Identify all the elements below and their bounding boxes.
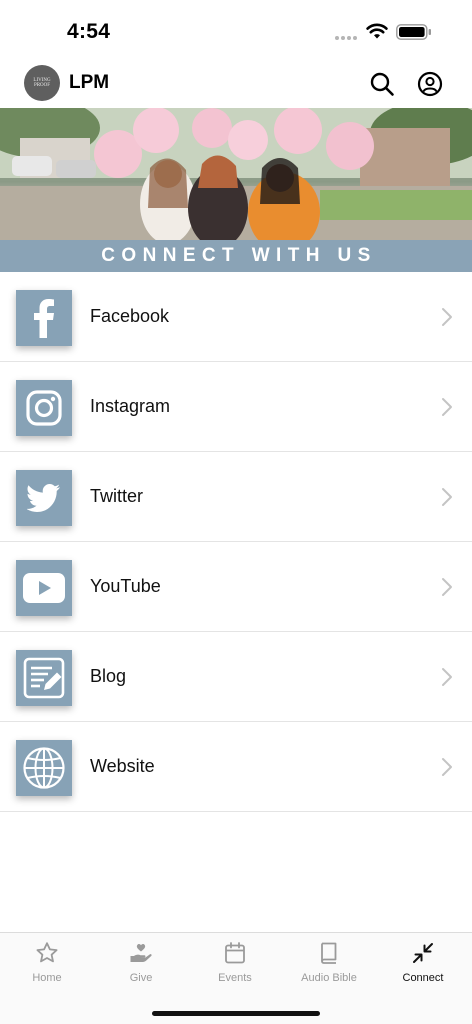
link-label: Twitter [90, 486, 144, 506]
star-icon [36, 942, 58, 963]
wifi-icon [366, 23, 388, 39]
connect-link-list: Facebook Instagram Twitter YouTube Blog … [0, 272, 472, 812]
bottom-tab-bar: Home Give Events Audio Bible Connect [0, 932, 472, 1024]
link-label: Blog [90, 666, 127, 686]
link-label: YouTube [90, 576, 161, 596]
home-indicator[interactable] [152, 1011, 320, 1016]
tab-label: Audio Bible [301, 972, 357, 984]
tab-events[interactable]: Events [188, 933, 282, 993]
account-icon[interactable] [417, 71, 443, 97]
battery-icon [396, 24, 431, 40]
calendar-icon [225, 942, 245, 964]
globe-icon-tile [16, 740, 72, 796]
tab-label: Home [32, 972, 62, 984]
blog-icon-tile [16, 650, 72, 706]
youtube-icon-tile [16, 560, 72, 616]
tab-give[interactable]: Give [94, 933, 188, 993]
book-icon [321, 942, 337, 964]
list-item-facebook[interactable]: Facebook [0, 272, 472, 362]
facebook-icon [34, 299, 54, 338]
chevron-right-icon [442, 488, 452, 506]
blog-icon [23, 657, 65, 699]
tab-label: Give [129, 972, 153, 984]
app-title: LPM [69, 72, 110, 93]
chevron-right-icon [442, 578, 452, 596]
list-item-instagram[interactable]: Instagram [0, 362, 472, 452]
status-bar: 4:54 [0, 0, 472, 60]
banner-text: CONNECT WITH US [101, 245, 377, 266]
app-header: LIVING PROOF LPM [0, 60, 472, 108]
tab-audio-bible[interactable]: Audio Bible [282, 933, 376, 993]
globe-icon [23, 747, 65, 789]
give-icon [130, 944, 152, 962]
facebook-icon-tile [16, 290, 72, 346]
chevron-right-icon [442, 308, 452, 326]
connect-icon [413, 943, 433, 963]
link-label: Facebook [90, 306, 170, 326]
tab-home[interactable]: Home [0, 933, 94, 993]
list-item-blog[interactable]: Blog [0, 632, 472, 722]
logo-text: LIVING PROOF [33, 78, 51, 88]
chevron-right-icon [442, 398, 452, 416]
logo-avatar[interactable]: LIVING PROOF [24, 65, 60, 101]
tab-label: Events [218, 972, 252, 984]
connect-banner: CONNECT WITH US [0, 240, 472, 272]
tab-label: Connect [402, 972, 444, 984]
youtube-icon [23, 573, 65, 603]
hero-image [0, 108, 472, 242]
list-item-twitter[interactable]: Twitter [0, 452, 472, 542]
instagram-icon-tile [16, 380, 72, 436]
twitter-icon [27, 484, 60, 512]
tab-connect[interactable]: Connect [376, 933, 470, 993]
twitter-icon-tile [16, 470, 72, 526]
status-time: 4:54 [67, 20, 111, 43]
link-label: Website [90, 756, 155, 776]
link-label: Instagram [90, 396, 171, 416]
hero-illustration [0, 108, 472, 242]
instagram-icon [26, 390, 62, 426]
chevron-right-icon [442, 758, 452, 776]
search-icon[interactable] [369, 71, 395, 97]
list-item-youtube[interactable]: YouTube [0, 542, 472, 632]
chevron-right-icon [442, 668, 452, 686]
list-item-website[interactable]: Website [0, 722, 472, 812]
signal-dots-icon [335, 36, 359, 40]
